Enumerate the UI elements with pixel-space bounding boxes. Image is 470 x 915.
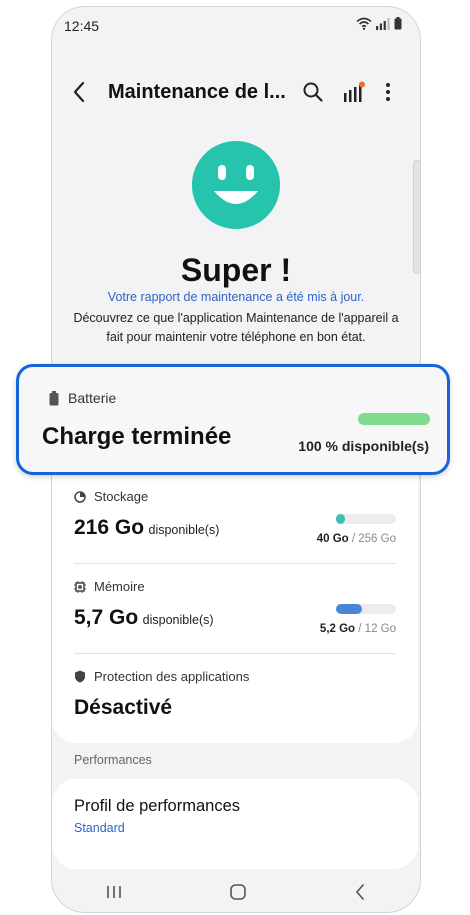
result-headline: Super ! <box>180 252 292 288</box>
more-options-icon[interactable] <box>384 81 392 103</box>
smiley-face-icon <box>192 141 280 229</box>
app-protection-value: Désactivé <box>74 696 173 719</box>
report-link[interactable]: Votre rapport de maintenance a été mis à… <box>52 290 420 304</box>
battery-level-bar <box>358 413 430 425</box>
storage-label-row: Stockage <box>74 489 398 504</box>
battery-status-icon <box>394 17 402 30</box>
storage-usage-bar <box>336 514 396 524</box>
storage-total: 256 Go <box>358 533 396 545</box>
status-bar: 12:45 <box>52 7 420 45</box>
memory-total: 12 Go <box>364 623 396 635</box>
memory-usage-bar <box>336 604 396 614</box>
storage-used: 40 Go <box>316 533 349 545</box>
storage-label: Stockage <box>94 489 149 504</box>
storage-separator: / <box>348 533 359 545</box>
divider <box>74 653 396 654</box>
battery-status: Charge terminée <box>42 423 232 450</box>
status-time: 12:45 <box>64 18 100 34</box>
search-icon[interactable] <box>302 81 324 103</box>
memory-label-row: Mémoire <box>74 579 398 594</box>
notification-dot <box>359 81 365 88</box>
app-protection-label-row: Protection des applications <box>74 669 398 684</box>
home-icon[interactable] <box>229 883 247 901</box>
app-protection-label: Protection des applications <box>94 669 250 684</box>
storage-usage-text: 40 Go / 256 Go <box>317 533 396 545</box>
navigation-bar <box>52 869 420 912</box>
battery-card[interactable]: Batterie Charge terminée 100 % disponibl… <box>16 364 450 475</box>
battery-level-fill <box>358 413 430 425</box>
recent-apps-icon[interactable] <box>105 884 123 900</box>
performance-profile-item[interactable]: Profil de performances Standard <box>52 779 418 869</box>
side-button <box>413 160 421 274</box>
memory-label: Mémoire <box>94 579 145 594</box>
shield-icon <box>75 670 85 683</box>
app-protection-section[interactable]: Protection des applications Désactivé <box>74 669 398 720</box>
battery-label-row: Batterie <box>49 390 116 406</box>
memory-used: 5,2 Go <box>319 623 356 635</box>
back-arrow-icon[interactable] <box>72 81 86 103</box>
performance-profile-value: Standard <box>74 821 125 835</box>
memory-chip-icon <box>74 580 86 593</box>
app-bar: Maintenance de l... <box>52 67 420 119</box>
memory-usage-text: 5,2 Go / 12 Go <box>320 623 396 635</box>
performance-section-label: Performances <box>74 753 152 767</box>
storage-value: 216 Go <box>74 516 145 539</box>
battery-label: Batterie <box>68 390 117 406</box>
divider <box>74 563 396 564</box>
back-nav-icon[interactable] <box>353 883 367 901</box>
memory-separator: / <box>355 623 365 635</box>
storage-suffix: disponible(s) <box>148 523 220 537</box>
page-title: Maintenance de l... <box>108 81 286 103</box>
storage-usage-fill <box>336 514 346 524</box>
performance-stats-icon[interactable] <box>342 81 366 105</box>
performance-profile-title: Profil de performances <box>74 797 240 815</box>
battery-icon <box>49 390 59 405</box>
memory-usage-fill <box>336 604 362 614</box>
memory-value: 5,7 Go <box>74 606 139 629</box>
battery-available: 100 % disponible(s) <box>298 438 429 454</box>
result-description: Découvrez ce que l'application Maintenan… <box>73 311 399 344</box>
memory-suffix: disponible(s) <box>142 613 214 627</box>
storage-pie-icon <box>74 490 86 503</box>
wifi-icon <box>356 17 372 30</box>
signal-icon <box>376 17 390 30</box>
status-icons <box>356 17 402 30</box>
